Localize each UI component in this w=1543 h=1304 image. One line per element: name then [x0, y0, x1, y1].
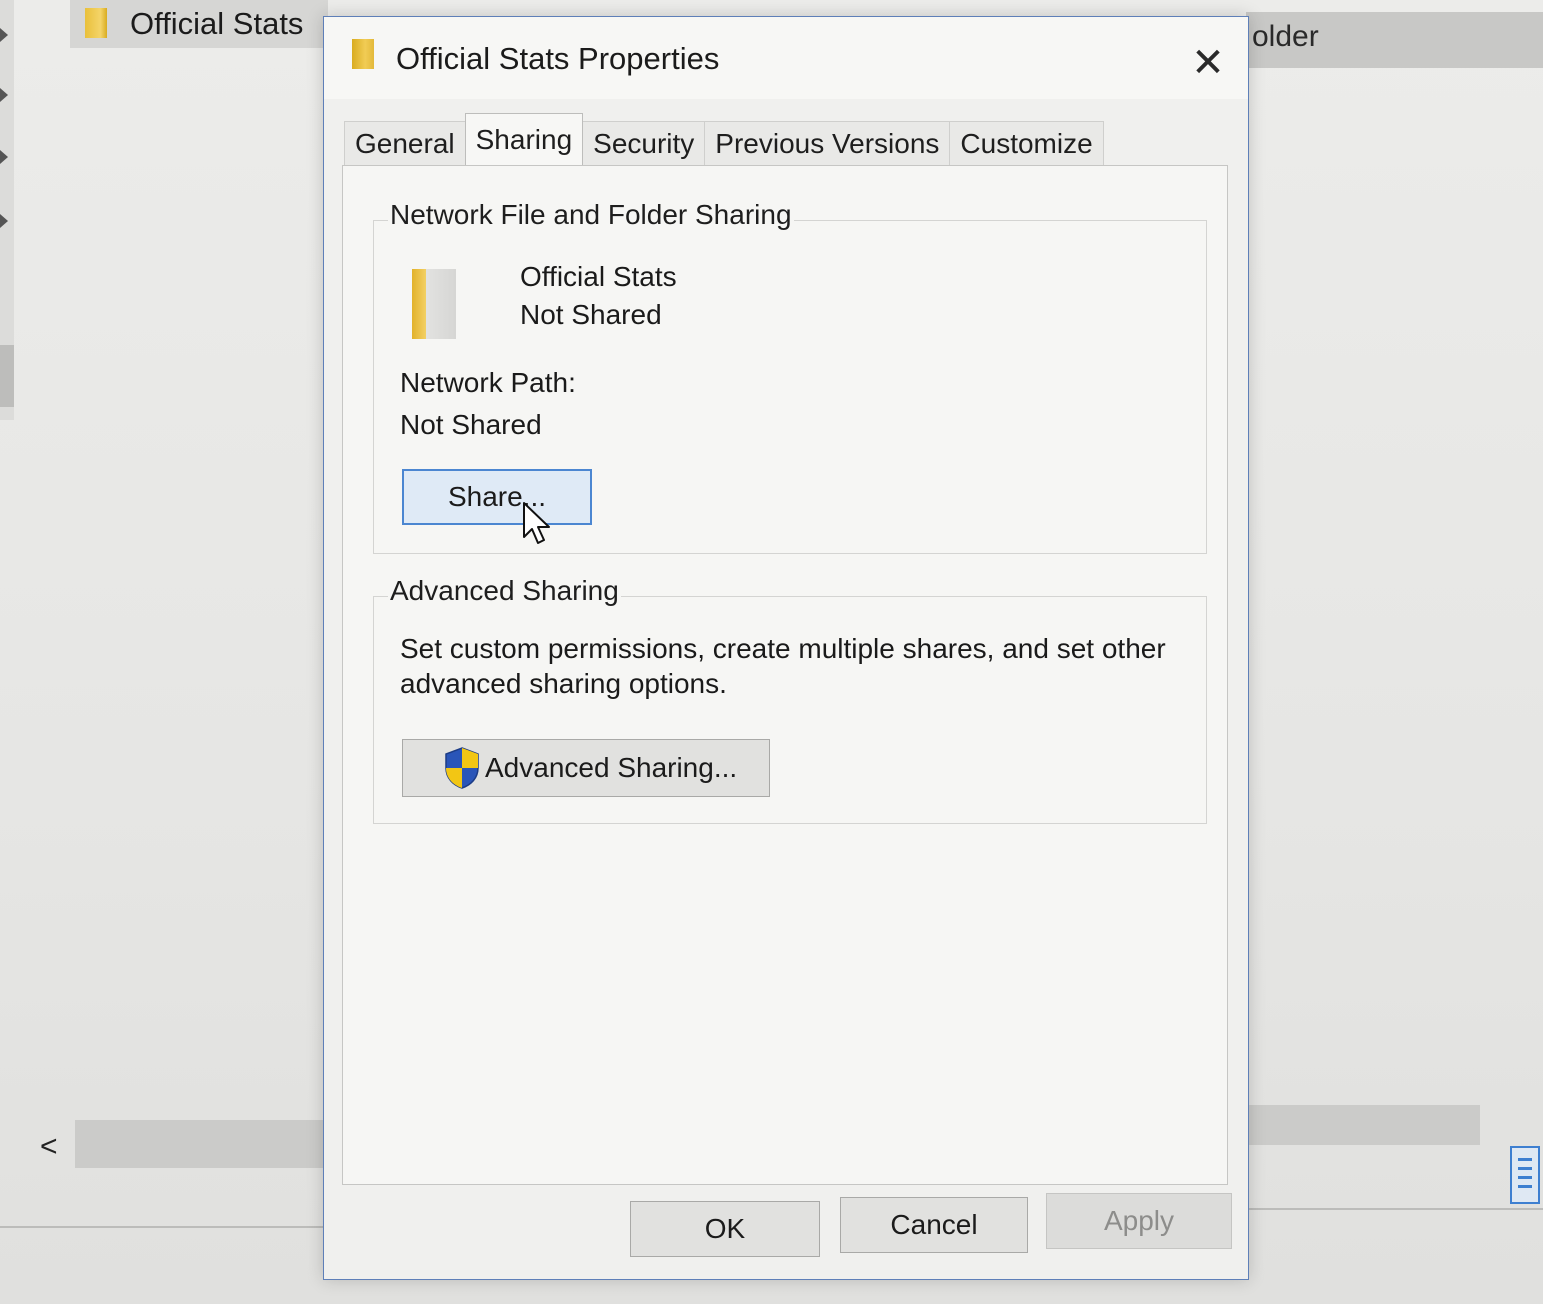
network-sharing-legend: Network File and Folder Sharing: [388, 199, 794, 231]
network-path-label: Network Path:: [400, 367, 576, 398]
dialog-title: Official Stats Properties: [396, 41, 720, 76]
shared-folder-name: Official Stats: [520, 261, 677, 292]
tab-customize[interactable]: Customize: [949, 121, 1104, 165]
expand-arrow-icon[interactable]: [0, 214, 8, 228]
ok-button[interactable]: OK: [630, 1201, 820, 1257]
file-row-name[interactable]: Official Stats: [130, 6, 303, 42]
dialog-titlebar[interactable]: Official Stats Properties ✕: [324, 17, 1248, 99]
share-button[interactable]: Share...: [402, 469, 592, 525]
close-icon: ✕: [1191, 41, 1225, 85]
apply-button[interactable]: Apply: [1046, 1193, 1232, 1249]
expand-arrow-icon[interactable]: [0, 150, 8, 164]
folder-icon: [352, 39, 374, 69]
properties-dialog: Official Stats Properties ✕ General Shar…: [323, 16, 1249, 1280]
advanced-sharing-description: Set custom permissions, create multiple …: [400, 633, 1166, 699]
folder-icon: [412, 269, 456, 339]
share-status: Not Shared: [520, 299, 662, 330]
expand-arrow-icon[interactable]: [0, 28, 8, 42]
scroll-left-arrow-icon[interactable]: <: [40, 1130, 58, 1164]
folder-icon: [85, 8, 107, 38]
column-header-type[interactable]: older: [1252, 20, 1319, 54]
uac-shield-icon: [445, 747, 479, 789]
tab-previous-versions[interactable]: Previous Versions: [704, 121, 951, 165]
network-sharing-group: Network File and Folder Sharing Official…: [373, 199, 1207, 554]
horizontal-scrollbar[interactable]: [75, 1120, 325, 1168]
advanced-sharing-button[interactable]: Advanced Sharing...: [402, 739, 770, 797]
details-view-icon[interactable]: [1510, 1146, 1540, 1204]
status-bar-divider: [0, 1226, 325, 1228]
tab-general[interactable]: General: [344, 121, 466, 165]
screen: Official Stats older < Official Stats Pr…: [0, 0, 1543, 1304]
sharing-tab-panel: Network File and Folder Sharing Official…: [342, 165, 1228, 1185]
advanced-sharing-group: Advanced Sharing Set custom permissions,…: [373, 575, 1207, 824]
horizontal-scrollbar-right[interactable]: [1246, 1105, 1480, 1145]
tab-sharing[interactable]: Sharing: [464, 113, 584, 165]
navigation-scrollbar-thumb[interactable]: [0, 345, 14, 407]
tab-strip: General Sharing Security Previous Versio…: [344, 113, 1104, 165]
expand-arrow-icon[interactable]: [0, 88, 8, 102]
tab-security[interactable]: Security: [582, 121, 706, 165]
status-bar-divider-right: [1246, 1208, 1543, 1210]
advanced-sharing-legend: Advanced Sharing: [388, 575, 621, 607]
cancel-button[interactable]: Cancel: [840, 1197, 1028, 1253]
advanced-sharing-button-label: Advanced Sharing...: [485, 752, 738, 783]
close-button[interactable]: ✕: [1174, 33, 1242, 93]
network-path-value: Not Shared: [400, 409, 542, 440]
